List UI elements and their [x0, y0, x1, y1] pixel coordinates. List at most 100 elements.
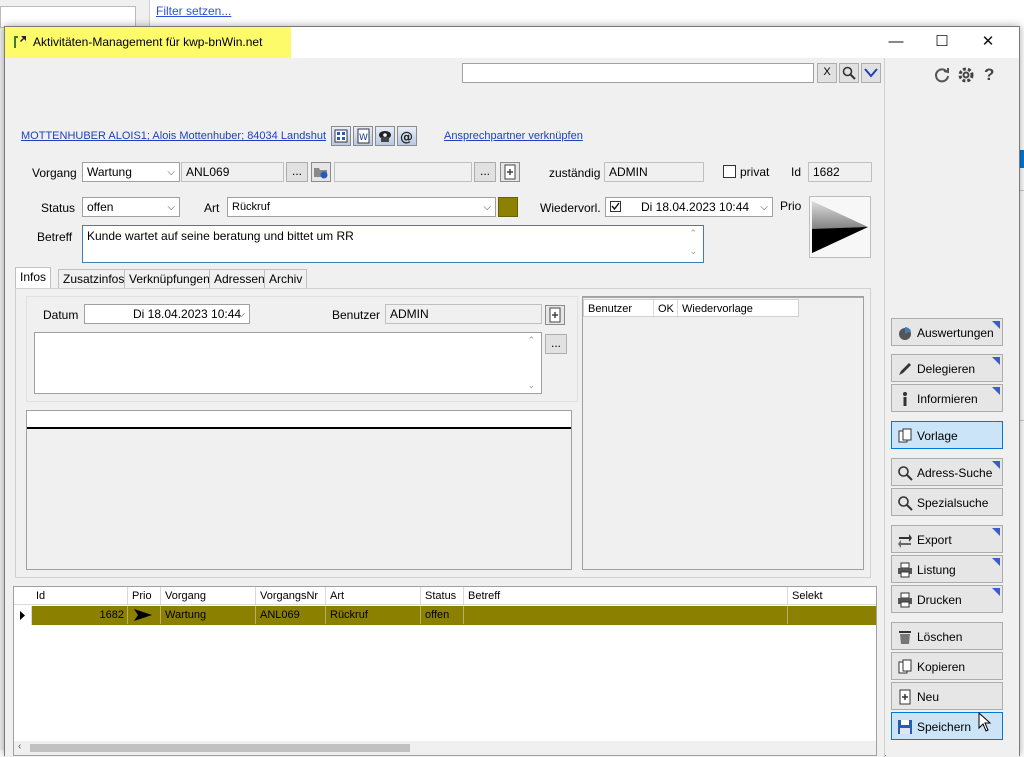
folder-button[interactable] — [311, 162, 331, 182]
word-icon: W — [357, 128, 370, 144]
wiedervorl-date-picker[interactable]: Di 18.04.2023 10:44 ⌵ — [605, 197, 773, 217]
vorgang-label: Vorgang — [32, 166, 77, 180]
spezialsuche-button[interactable]: Spezialsuche — [891, 488, 1003, 516]
maximize-button[interactable]: ☐ — [919, 27, 965, 58]
datum-label: Datum — [43, 308, 79, 322]
col-benutzer[interactable]: Benutzer — [584, 300, 654, 318]
email-button[interactable]: @ — [397, 126, 417, 146]
linked-object-field[interactable] — [334, 162, 472, 182]
tab-infos[interactable]: Infos — [15, 267, 52, 288]
wiedervorlage-grid[interactable]: Benutzer OK Wiedervorlage — [582, 296, 864, 570]
benutzer-field[interactable]: ADMIN — [385, 304, 542, 324]
refresh-icon[interactable] — [933, 66, 951, 84]
kopieren-button[interactable]: Kopieren — [891, 652, 1003, 680]
vorlage-label: Vorlage — [917, 429, 958, 443]
filter-link[interactable]: Filter setzen... — [156, 4, 231, 18]
informieren-button[interactable]: Informieren — [891, 384, 1003, 412]
search-options-button[interactable] — [861, 63, 881, 83]
export-button[interactable]: Export — [891, 525, 1003, 553]
mouse-cursor-icon — [978, 712, 992, 732]
dropdown-marker-icon — [992, 558, 1000, 566]
tab-verknuepfungen[interactable]: Verknüpfungen — [124, 269, 215, 288]
info-history-list[interactable] — [26, 410, 572, 570]
delegieren-label: Delegieren — [917, 362, 976, 376]
col-art[interactable]: Art — [326, 587, 421, 605]
info-browse-button[interactable]: ... — [545, 334, 567, 354]
vorgang-select[interactable]: Wartung ⌵ — [82, 162, 180, 182]
vorgang-number-field[interactable]: ANL069 — [181, 162, 284, 182]
status-label: Status — [41, 201, 76, 215]
add-linked-button[interactable] — [500, 162, 520, 182]
save-icon — [898, 720, 912, 734]
tab-zusatzinfos[interactable]: Zusatzinfos — [58, 269, 130, 288]
col-betreff[interactable]: Betreff — [464, 587, 788, 605]
loeschen-button[interactable]: Löschen — [891, 622, 1003, 650]
col-vorgang[interactable]: Vorgang — [161, 587, 256, 605]
col-selekt[interactable]: Selekt — [788, 587, 876, 605]
tab-archiv[interactable]: Archiv — [264, 269, 308, 288]
link-contact-link[interactable]: Ansprechpartner verknüpfen — [444, 130, 583, 142]
scroll-up-icon[interactable]: ⌃ — [689, 228, 697, 239]
prio-indicator[interactable] — [809, 196, 871, 258]
activity-table[interactable]: Id Prio Vorgang VorgangsNr Art Status Be… — [13, 586, 877, 756]
vorlage-button[interactable]: Vorlage — [891, 421, 1003, 449]
zustaendig-field[interactable]: ADMIN — [604, 162, 704, 182]
privat-checkbox[interactable] — [723, 165, 736, 178]
add-info-button[interactable] — [545, 305, 565, 325]
row-selector[interactable] — [14, 606, 32, 625]
scroll-left-icon[interactable]: ‹ — [18, 741, 21, 752]
kopieren-label: Kopieren — [917, 660, 966, 674]
auswertungen-button[interactable]: Auswertungen — [891, 318, 1003, 346]
vorgang-browse-button[interactable]: ... — [286, 162, 308, 182]
wiedervorl-checkbox[interactable] — [610, 201, 621, 212]
info-textarea[interactable]: ⌃ ⌄ — [34, 332, 542, 394]
neu-button[interactable]: Neu — [891, 682, 1003, 710]
art-select[interactable]: Rückruf ⌵ — [227, 197, 496, 217]
search-input[interactable] — [462, 63, 814, 83]
drucken-button[interactable]: Drucken — [891, 585, 1003, 613]
tab-adressen[interactable]: Adressen — [209, 269, 270, 288]
chevron-down-icon: ⌵ — [167, 167, 175, 178]
wiedervorlage-header-row: Benutzer OK Wiedervorlage — [583, 299, 799, 318]
adress-suche-button[interactable]: Adress-Suche — [891, 458, 1003, 486]
scroll-down-icon[interactable]: ⌄ — [527, 380, 535, 391]
delegieren-button[interactable]: Delegieren — [891, 354, 1003, 382]
col-id[interactable]: Id — [32, 587, 128, 605]
col-prio[interactable]: Prio — [128, 587, 161, 605]
search-button[interactable] — [839, 63, 859, 83]
listung-button[interactable]: Listung — [891, 555, 1003, 583]
word-document-button[interactable]: W — [353, 126, 373, 146]
phone-button[interactable] — [375, 126, 395, 146]
col-status[interactable]: Status — [421, 587, 464, 605]
address-card-button[interactable] — [331, 126, 351, 146]
minimize-button[interactable]: — — [873, 27, 919, 58]
horizontal-scrollbar[interactable]: ‹ — [14, 741, 876, 755]
scroll-up-icon[interactable]: ⌃ — [527, 335, 535, 346]
cell-vorgangsnr: ANL069 — [256, 606, 326, 624]
clear-search-button[interactable]: X — [817, 63, 837, 83]
row-pointer-icon — [20, 611, 25, 620]
betreff-label: Betreff — [37, 230, 73, 244]
gear-icon[interactable] — [957, 66, 975, 84]
close-button[interactable]: ✕ — [965, 27, 1011, 58]
col-wiedervorlage[interactable]: Wiedervorlage — [678, 300, 798, 318]
new-doc-icon — [549, 307, 561, 323]
address-link[interactable]: MOTTENHUBER ALOIS1; Alois Mottenhuber; 8… — [21, 130, 326, 142]
id-field[interactable]: 1682 — [808, 162, 872, 182]
scroll-thumb[interactable] — [30, 744, 410, 752]
betreff-textarea[interactable]: Kunde wartet auf seine beratung und bitt… — [82, 225, 704, 263]
datum-date-picker[interactable]: Di 18.04.2023 10:44 ⌵ — [84, 304, 250, 324]
scroll-down-icon[interactable]: ⌄ — [689, 246, 697, 257]
status-select[interactable]: offen ⌵ — [82, 197, 180, 217]
table-row[interactable]: 1682 Wartung ANL069 Rückruf offen — [14, 606, 876, 625]
phone-icon — [379, 131, 391, 142]
app-icon — [14, 36, 26, 48]
cell-status: offen — [421, 606, 464, 624]
col-ok[interactable]: OK — [654, 300, 678, 318]
linked-object-browse-button[interactable]: ... — [474, 162, 496, 182]
vorgang-value: Wartung — [87, 165, 132, 179]
art-color-swatch[interactable] — [498, 197, 518, 217]
col-vorgangsnr[interactable]: VorgangsNr — [256, 587, 326, 605]
help-icon[interactable]: ? — [984, 65, 994, 85]
loeschen-label: Löschen — [917, 630, 963, 644]
